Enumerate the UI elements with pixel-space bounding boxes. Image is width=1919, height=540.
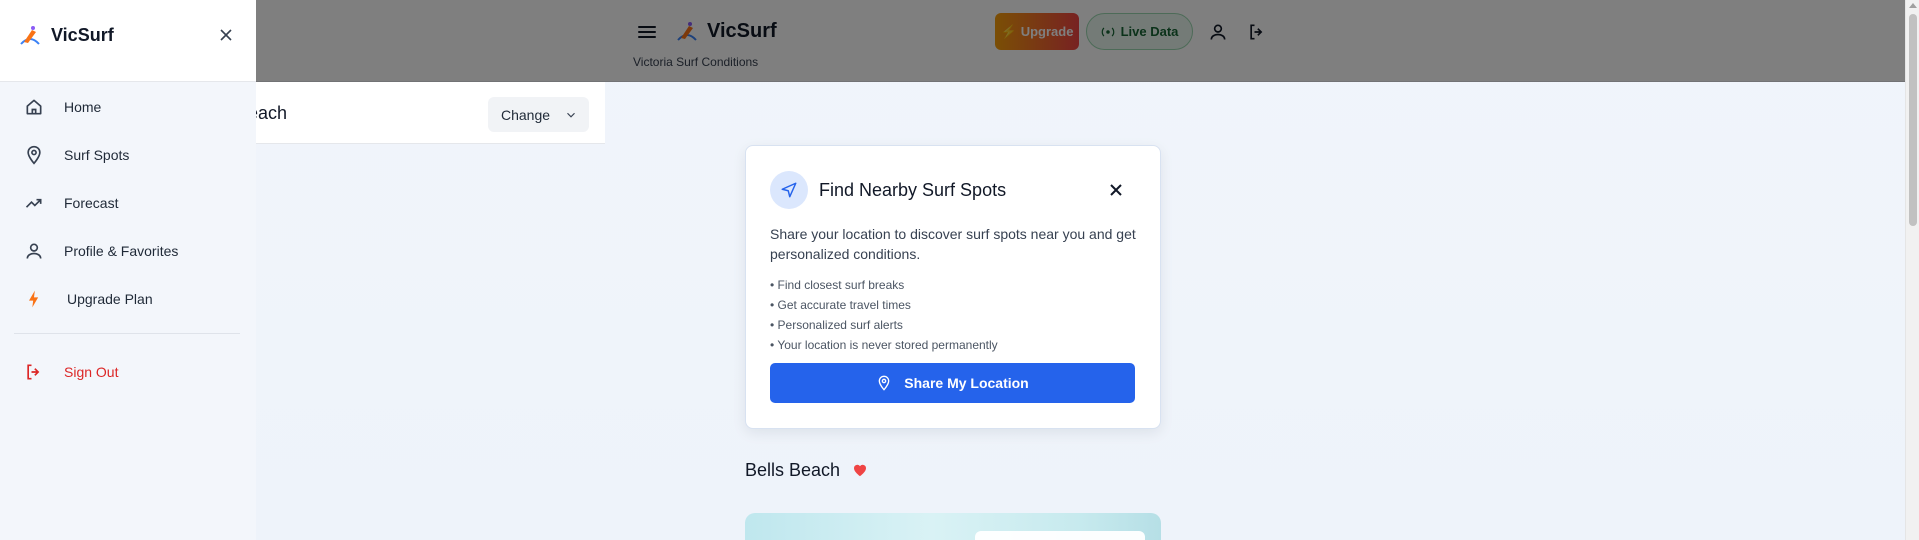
list-item: • Get accurate travel times [770,298,911,312]
user-icon [26,243,42,259]
list-item: • Find closest surf breaks [770,278,905,292]
navigation-icon [781,182,797,198]
sidebar-item-home[interactable]: Home [24,95,101,119]
spot-title: Bells Beach [745,460,841,480]
sign-out-label: Sign Out [64,364,119,380]
close-icon[interactable] [1106,180,1126,200]
navigation-icon-wrap [770,171,808,209]
sidebar: VicSurf Home Surf Spots Forecast Profile… [0,0,256,540]
sidebar-item-forecast[interactable]: Forecast [24,191,118,215]
lightning-icon [29,290,39,308]
surfer-logo-icon [20,26,40,45]
change-location-button[interactable]: Change [488,97,589,132]
change-label: Change [501,106,551,123]
card-description: Share your location to discover surf spo… [770,226,1136,262]
scrollbar[interactable] [1905,0,1919,540]
map-pin-icon [878,375,890,391]
modal-overlay[interactable] [0,0,1905,82]
sidebar-header: VicSurf [0,0,256,82]
image-badge [975,531,1145,540]
sidebar-item-label: Home [64,99,102,115]
sign-out-button[interactable]: Sign Out [24,360,118,384]
home-icon [26,99,42,115]
sidebar-title: VicSurf [51,25,114,45]
close-icon[interactable] [218,27,234,43]
scroll-thumb[interactable] [1909,14,1917,226]
sidebar-item-label: Upgrade Plan [67,291,153,307]
logout-icon [27,364,40,380]
sidebar-item-label: Surf Spots [64,147,130,163]
sidebar-item-label: Profile & Favorites [64,243,179,259]
share-label: Share My Location [904,375,1029,391]
sidebar-item-label: Forecast [64,195,119,211]
benefits-list: • Find closest surf breaks • Get accurat… [770,275,998,355]
list-item: • Your location is never stored permanen… [770,338,998,352]
sidebar-item-surf-spots[interactable]: Surf Spots [24,143,129,167]
list-item: • Personalized surf alerts [770,318,903,332]
sidebar-item-upgrade[interactable]: Upgrade Plan [24,287,153,311]
chevron-down-icon [567,112,575,118]
spot-image-card[interactable] [745,513,1161,540]
sidebar-item-profile[interactable]: Profile & Favorites [24,239,178,263]
card-title: Find Nearby Surf Spots [819,180,1007,200]
share-location-button[interactable]: Share My Location [770,363,1135,403]
scroll-up-arrow[interactable] [1909,3,1917,8]
trending-up-icon [25,198,42,208]
find-nearby-card: Find Nearby Surf Spots Share your locati… [745,145,1161,429]
map-pin-icon [27,145,41,165]
heart-icon[interactable] [852,462,868,477]
nav-divider [14,333,240,334]
